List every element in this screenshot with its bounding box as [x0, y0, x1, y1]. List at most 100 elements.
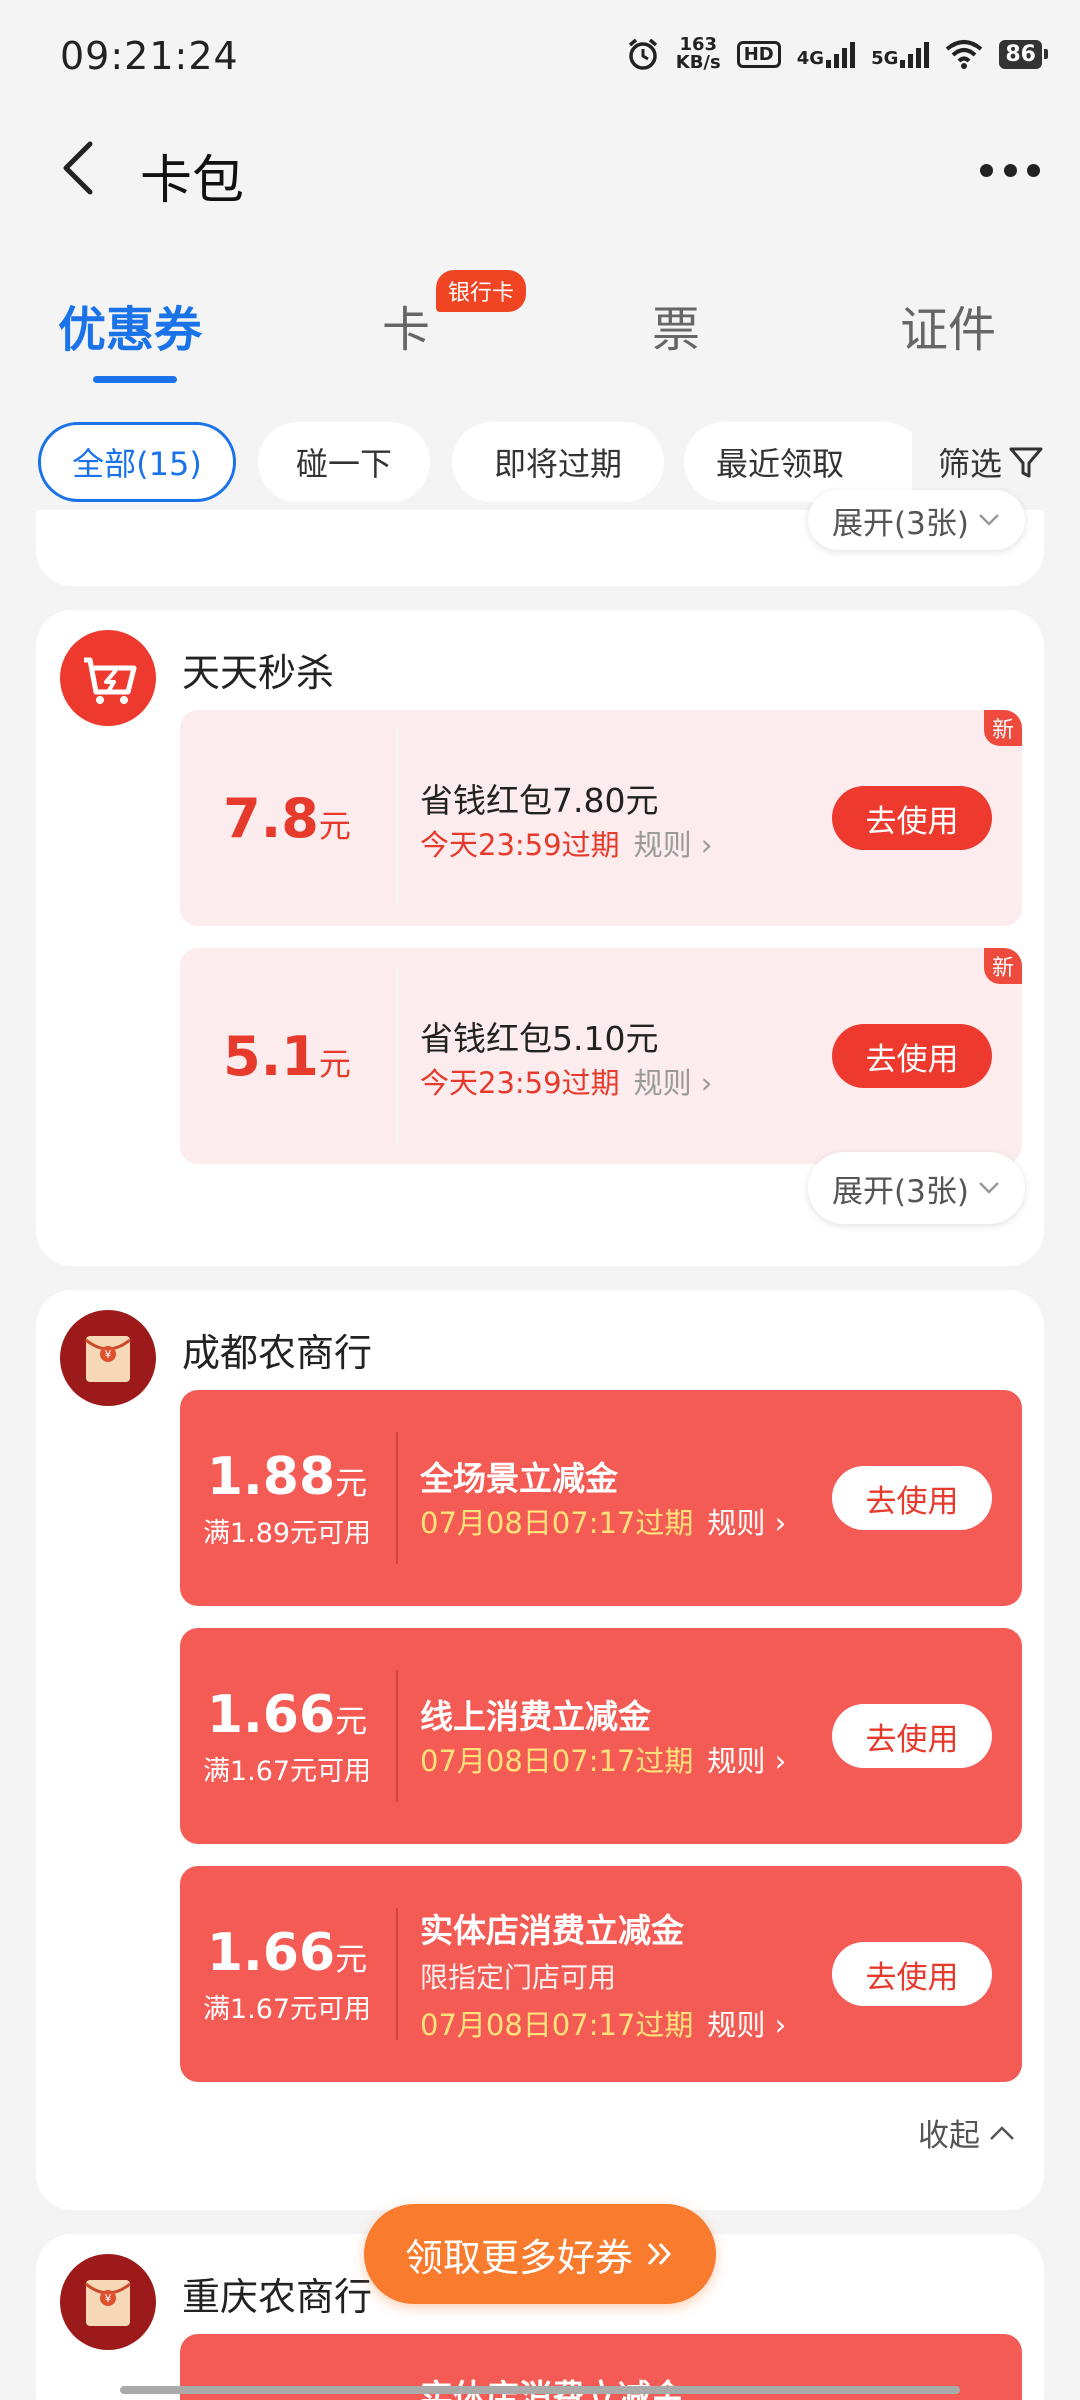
coupon-title: 实体店消费立减金: [420, 2370, 684, 2400]
coupon-amount: 5.1: [223, 1024, 319, 1088]
expand-label: 展开(3张): [832, 505, 969, 542]
merchant-card-partial: 展开(3张): [36, 490, 1044, 586]
coupon-amount-wrap: 5.1元: [223, 1025, 351, 1088]
coupon-expiry-row: 07月08日07:17过期 规则 ›: [420, 1500, 786, 1542]
coupon-divider: [396, 1670, 398, 1802]
collapse-button[interactable]: 收起: [918, 2110, 1016, 2155]
coupon-divider: [396, 1908, 398, 2040]
merchant-card: 天天秒杀 7.8元 省钱红包7.80元 今天23:59过期 规则 › 去使用 新 …: [36, 610, 1044, 1266]
coupon-amount-wrap: 1.66元: [207, 1685, 367, 1745]
chevron-up-icon: [990, 2125, 1014, 2140]
coupon-expiry-row: 07月08日07:17过期 规则 ›: [420, 2002, 786, 2044]
battery-icon: 86: [999, 39, 1048, 69]
coupon-condition: 满1.89元可用: [202, 1517, 372, 1549]
merchant-name: 成都农商行: [182, 1331, 373, 1375]
more-options-icon[interactable]: [980, 150, 1040, 190]
bank-card-badge: 银行卡: [436, 270, 527, 312]
coupon-card: 1.88元 满1.89元可用 全场景立减金 07月08日07:17过期 规则 › …: [180, 1390, 1022, 1606]
coupon-expiry: 今天23:59过期: [420, 1066, 620, 1100]
status-bar: 09:21:24 163 KB/s HD 4G 5G 86: [0, 0, 1080, 110]
tab-ids[interactable]: 证件: [900, 290, 996, 360]
red-envelope-icon: ¥: [85, 2280, 131, 2326]
rule-link[interactable]: 规则 ›: [707, 2008, 786, 2042]
coupon-expiry-row: 07月08日07:17过期 规则 ›: [420, 1738, 786, 1780]
expand-button[interactable]: 展开(3张): [808, 1152, 1025, 1224]
coupon-title: 省钱红包5.10元: [420, 1019, 659, 1058]
svg-text:¥: ¥: [105, 2292, 112, 2305]
coupon-amount-wrap: 7.8元: [223, 787, 351, 850]
chip-tap[interactable]: 碰一下: [258, 422, 430, 502]
coupon-value: 1.88元 满1.89元可用: [180, 1390, 394, 1606]
page-title: 卡包: [140, 151, 245, 211]
hd-icon: HD: [736, 40, 781, 68]
alarm-icon: [628, 38, 657, 70]
merchant-logo: [60, 630, 156, 726]
merchant-name: 重庆农商行: [182, 2275, 373, 2319]
tab-bar: 优惠券 卡 银行卡 票 证件: [0, 260, 1080, 390]
coupon-unit: 元: [335, 1463, 368, 1502]
new-badge: 新: [983, 710, 1022, 746]
rule-label: 规则: [633, 828, 692, 862]
coupon-expiry-row: 今天23:59过期 规则 ›: [420, 1060, 712, 1102]
double-chevron-right-icon: [647, 2242, 672, 2266]
coupon-value: 7.8元: [180, 710, 394, 926]
coupon-amount-wrap: 1.88元: [207, 1447, 367, 1507]
coupon-title: 省钱红包7.80元: [420, 781, 659, 820]
sim1-bars: [826, 40, 856, 68]
coupon-card: 7.8元 省钱红包7.80元 今天23:59过期 规则 › 去使用 新: [180, 710, 1022, 926]
home-indicator[interactable]: [120, 2386, 960, 2394]
get-more-label: 领取更多好券: [404, 2235, 633, 2280]
back-arrow-icon[interactable]: [52, 138, 112, 198]
wifi-icon: [946, 40, 983, 69]
coupon-condition: 满1.67元可用: [202, 1755, 372, 1787]
chevron-down-icon: [979, 1182, 999, 1194]
use-button[interactable]: 去使用: [832, 786, 992, 850]
coupon-amount-wrap: 1.66元: [207, 1923, 367, 1983]
flash-cart-icon: [84, 657, 137, 704]
rule-link[interactable]: 规则 ›: [707, 1506, 786, 1540]
coupon-divider: [396, 730, 399, 906]
chip-all[interactable]: 全部(15): [38, 422, 236, 502]
coupon-title: 实体店消费立减金: [420, 1911, 684, 1950]
tab-coupons[interactable]: 优惠券: [58, 290, 202, 360]
active-tab-indicator: [93, 376, 177, 383]
use-button[interactable]: 去使用: [832, 1942, 992, 2006]
coupon-amount: 1.88: [206, 1446, 336, 1507]
expand-button[interactable]: 展开(3张): [808, 490, 1025, 550]
tab-tickets[interactable]: 票: [652, 290, 700, 360]
coupon-amount: 7.8: [223, 786, 319, 850]
sim1-signal-icon: 4G: [796, 40, 856, 69]
get-more-coupons-button[interactable]: 领取更多好券: [364, 2204, 716, 2304]
sim1-label: 4G: [796, 48, 825, 69]
coupon-unit: 元: [335, 1701, 368, 1740]
rule-label: 规则: [707, 1744, 766, 1778]
coupon-amount: 1.66: [206, 1684, 336, 1745]
net-speed-unit: KB/s: [675, 52, 721, 73]
sim2-label: 5G: [871, 48, 899, 69]
sim2-bars: [900, 40, 930, 68]
tab-cards[interactable]: 卡: [382, 290, 430, 360]
expand-label: 展开(3张): [832, 1173, 969, 1210]
coupon-divider: [396, 1432, 398, 1564]
rule-label: 规则: [707, 1506, 766, 1540]
coupon-condition: 满1.67元可用: [202, 1993, 372, 2025]
rule-link[interactable]: 规则 ›: [707, 1744, 786, 1778]
use-button[interactable]: 去使用: [832, 1466, 992, 1530]
rule-link[interactable]: 规则 ›: [634, 828, 713, 862]
coupon-value: 5.1元: [180, 948, 394, 1164]
coupon-value: 1.66元 满1.67元可用: [180, 1866, 394, 2082]
funnel-icon: [1009, 447, 1043, 478]
coupon-expiry: 07月08日07:17过期: [420, 1744, 694, 1778]
use-button[interactable]: 去使用: [832, 1704, 992, 1768]
coupon-expiry: 07月08日07:17过期: [420, 1506, 694, 1540]
coupon-divider: [396, 968, 399, 1144]
chip-expiring[interactable]: 即将过期: [452, 422, 664, 502]
coupon-expiry-row: 今天23:59过期 规则 ›: [420, 822, 712, 864]
new-badge: 新: [983, 948, 1022, 984]
rule-link[interactable]: 规则 ›: [634, 1066, 713, 1100]
coupon-unit: 元: [318, 1044, 351, 1083]
svg-text:¥: ¥: [105, 1348, 112, 1361]
merchant-logo: ¥: [60, 2254, 156, 2350]
use-button[interactable]: 去使用: [832, 1024, 992, 1088]
chevron-down-icon: [979, 514, 999, 526]
